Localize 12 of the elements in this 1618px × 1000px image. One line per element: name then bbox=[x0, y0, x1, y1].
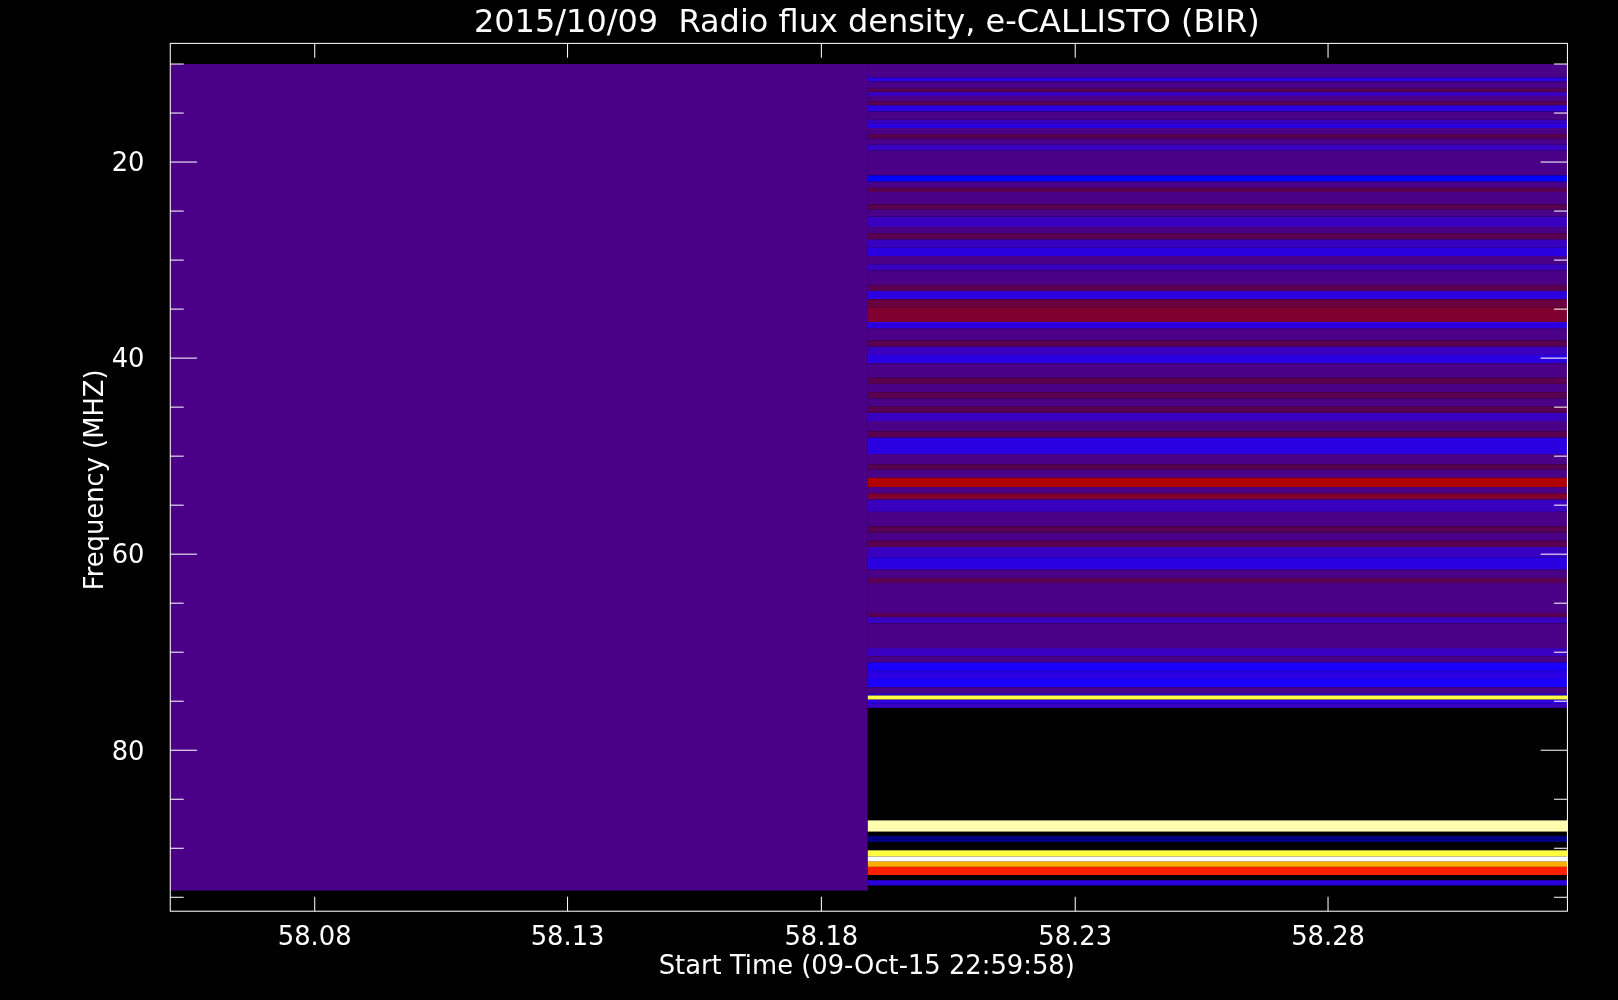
tick-label: 60 bbox=[111, 539, 145, 570]
tick-label: 20 bbox=[111, 147, 145, 178]
tick-label: 58.08 bbox=[277, 921, 352, 952]
tick-label: 58.28 bbox=[1291, 921, 1365, 952]
tick-label: 40 bbox=[111, 343, 145, 374]
tick-label: 58.23 bbox=[1038, 921, 1113, 952]
tick-label: 58.18 bbox=[784, 921, 859, 952]
tick-label: 80 bbox=[111, 735, 145, 766]
chart-title: 2015/10/09 Radio flux density, e-CALLISTO (BIR) bbox=[473, 2, 1260, 41]
tick-label: 58.13 bbox=[530, 921, 605, 952]
x-axis-label: Start Time (09-Oct-15 22:59:58) bbox=[658, 950, 1075, 981]
y-axis-label: Frequency (MHZ) bbox=[79, 369, 110, 591]
